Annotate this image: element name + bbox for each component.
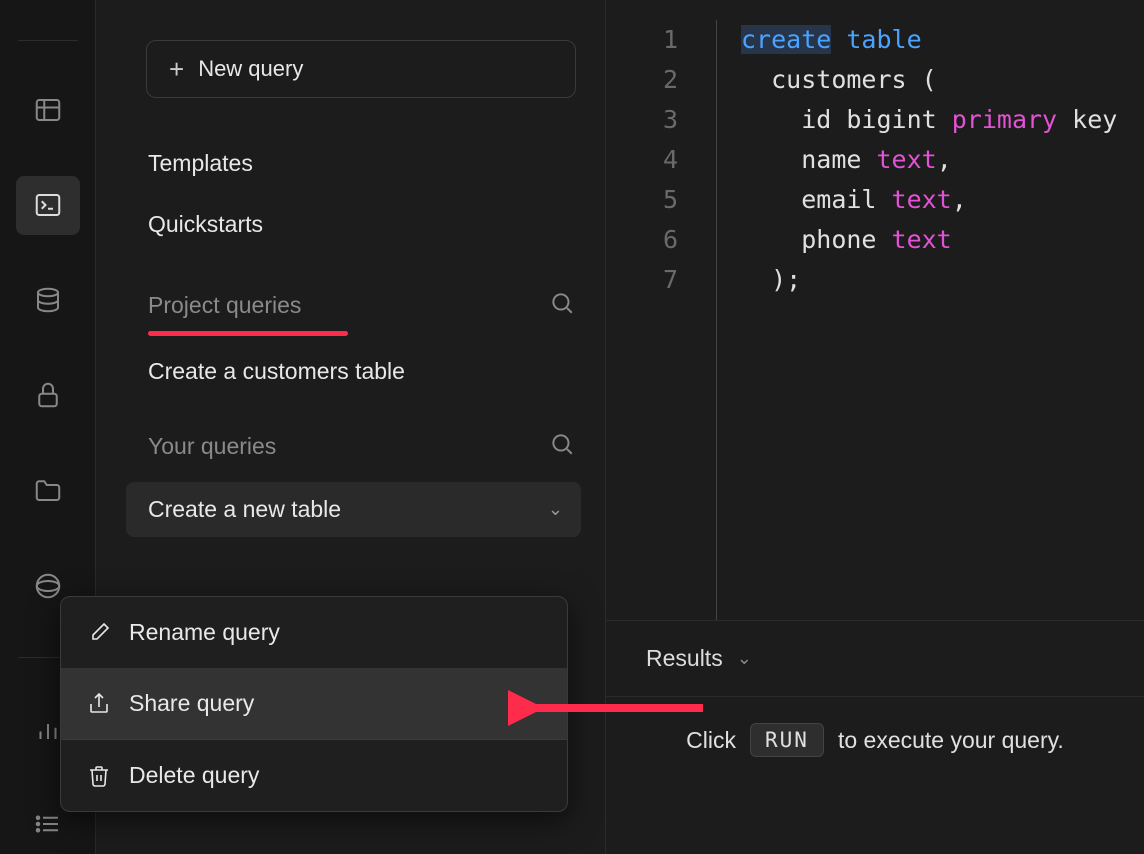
project-queries-label: Project queries — [148, 292, 301, 319]
rail-terminal-icon[interactable] — [16, 176, 80, 235]
your-query-selected[interactable]: Create a new table ⌄ — [126, 482, 581, 537]
templates-link[interactable]: Templates — [126, 140, 581, 187]
trash-icon — [87, 764, 111, 788]
main-area: 1234567 create table customers ( id bigi… — [606, 0, 1144, 854]
chevron-down-icon: ⌄ — [548, 499, 563, 520]
run-kbd[interactable]: RUN — [750, 723, 824, 757]
rail-table-icon[interactable] — [16, 81, 80, 140]
rail-folder-icon[interactable] — [16, 461, 80, 520]
new-query-button[interactable]: + New query — [146, 40, 576, 98]
rename-label: Rename query — [129, 619, 280, 646]
hint-prefix: Click — [686, 727, 736, 754]
project-query-item[interactable]: Create a customers table — [126, 344, 581, 395]
share-icon — [87, 692, 111, 716]
sql-editor[interactable]: 1234567 create table customers ( id bigi… — [606, 0, 1144, 620]
search-icon[interactable] — [549, 290, 575, 321]
delete-label: Delete query — [129, 762, 259, 789]
rail-database-icon[interactable] — [16, 271, 80, 330]
hint-bar: Click RUN to execute your query. — [606, 696, 1144, 783]
quickstarts-link[interactable]: Quickstarts — [126, 201, 581, 248]
results-label: Results — [646, 645, 723, 672]
project-queries-header: Project queries — [126, 290, 581, 321]
query-context-menu: Rename query Share query Delete query — [60, 596, 568, 812]
rename-query-item[interactable]: Rename query — [61, 597, 567, 668]
search-icon[interactable] — [549, 431, 575, 462]
new-query-label: New query — [198, 56, 303, 82]
plus-icon: + — [169, 54, 184, 85]
annotation-underline — [148, 331, 348, 336]
selected-query-label: Create a new table — [148, 496, 341, 523]
results-bar[interactable]: Results ⌄ — [606, 620, 1144, 696]
hint-suffix: to execute your query. — [838, 727, 1064, 754]
line-gutter: 1234567 — [606, 20, 716, 620]
your-queries-label: Your queries — [148, 433, 276, 460]
delete-query-item[interactable]: Delete query — [61, 740, 567, 811]
share-query-item[interactable]: Share query — [61, 668, 567, 739]
your-queries-header: Your queries — [126, 431, 581, 462]
code-area[interactable]: create table customers ( id bigint prima… — [716, 20, 1144, 620]
share-label: Share query — [129, 690, 254, 717]
chevron-down-icon: ⌄ — [737, 648, 752, 669]
pencil-icon — [87, 621, 111, 645]
rail-lock-icon[interactable] — [16, 366, 80, 425]
